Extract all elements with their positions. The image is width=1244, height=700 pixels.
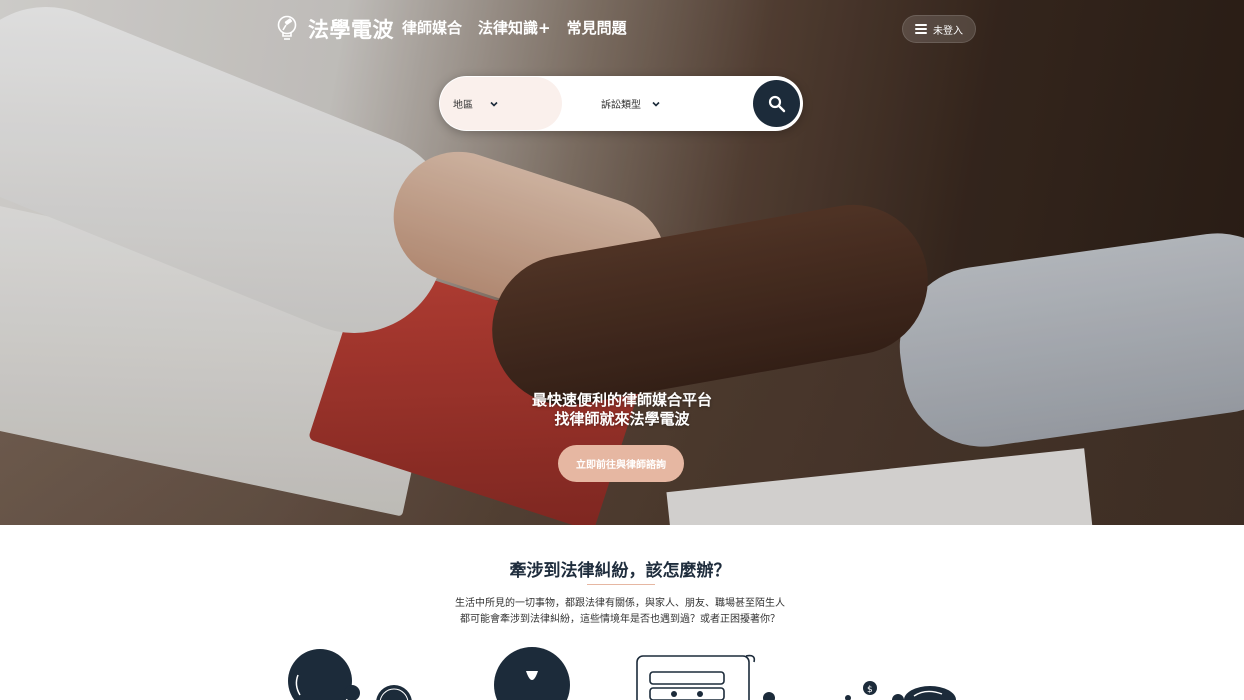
region-select-label: 地區 [453,100,473,111]
search-button[interactable] [753,80,800,127]
brand-name: 法學電波 [308,18,394,42]
case-type-select-label: 訴訟類型 [601,100,641,111]
region-select[interactable]: 地區 [440,77,562,130]
hero-headline: 最快速便利的律師媒合平台 找律師就來法學電波 [422,391,822,429]
section-title: 牽涉到法律糾紛，該怎麼辦？ [509,561,731,581]
section-description: 生活中所見的一切事物，都跟法律有關係，與家人、朋友、職場甚至陌生人 都可能會牽涉… [360,596,880,628]
section-description-line2: 都可能會牽涉到法律糾紛，這些情境年是否也遇到過？或者正困擾著你？ [460,614,780,625]
brand-logo[interactable]: 法學電波 [276,14,394,44]
hamburger-menu-icon [915,24,927,34]
family-dispute-illustration [288,649,412,700]
chevron-down-icon [490,101,498,107]
section-title-underline [587,584,655,585]
login-status-label: 未登入 [933,25,963,37]
hero-headline-line2: 找律師就來法學電波 [554,410,690,428]
login-menu-button[interactable]: 未登入 [902,15,976,43]
svg-text:$: $ [867,685,873,695]
contract-document-illustration [636,654,775,700]
top-navigation: 法學電波 律師媒合 法律知識+ 常見問題 未登入 [0,0,1244,56]
consult-lawyer-button[interactable]: 立即前往與律師諮詢 [558,445,684,482]
nav-link-faq[interactable]: 常見問題 [567,17,627,38]
nav-link-lawyer-match[interactable]: 律師媒合 [402,17,462,38]
nav-link-legal-knowledge[interactable]: 法律知識+ [478,17,551,38]
lawyer-search-bar: 地區 訴訟類型 [439,76,803,131]
money-dispute-illustration: $ [845,681,956,700]
chevron-down-icon [652,101,660,107]
section-description-line1: 生活中所見的一切事物，都跟法律有關係，與家人、朋友、職場甚至陌生人 [455,598,785,609]
search-icon [768,95,785,112]
nav-links: 律師媒合 法律知識+ 常見問題 [402,17,627,38]
person-illustration [494,647,570,700]
hero-headline-line1: 最快速便利的律師媒合平台 [531,391,712,409]
lightbulb-gavel-icon [277,15,297,40]
case-type-select[interactable]: 訴訟類型 [589,77,729,130]
